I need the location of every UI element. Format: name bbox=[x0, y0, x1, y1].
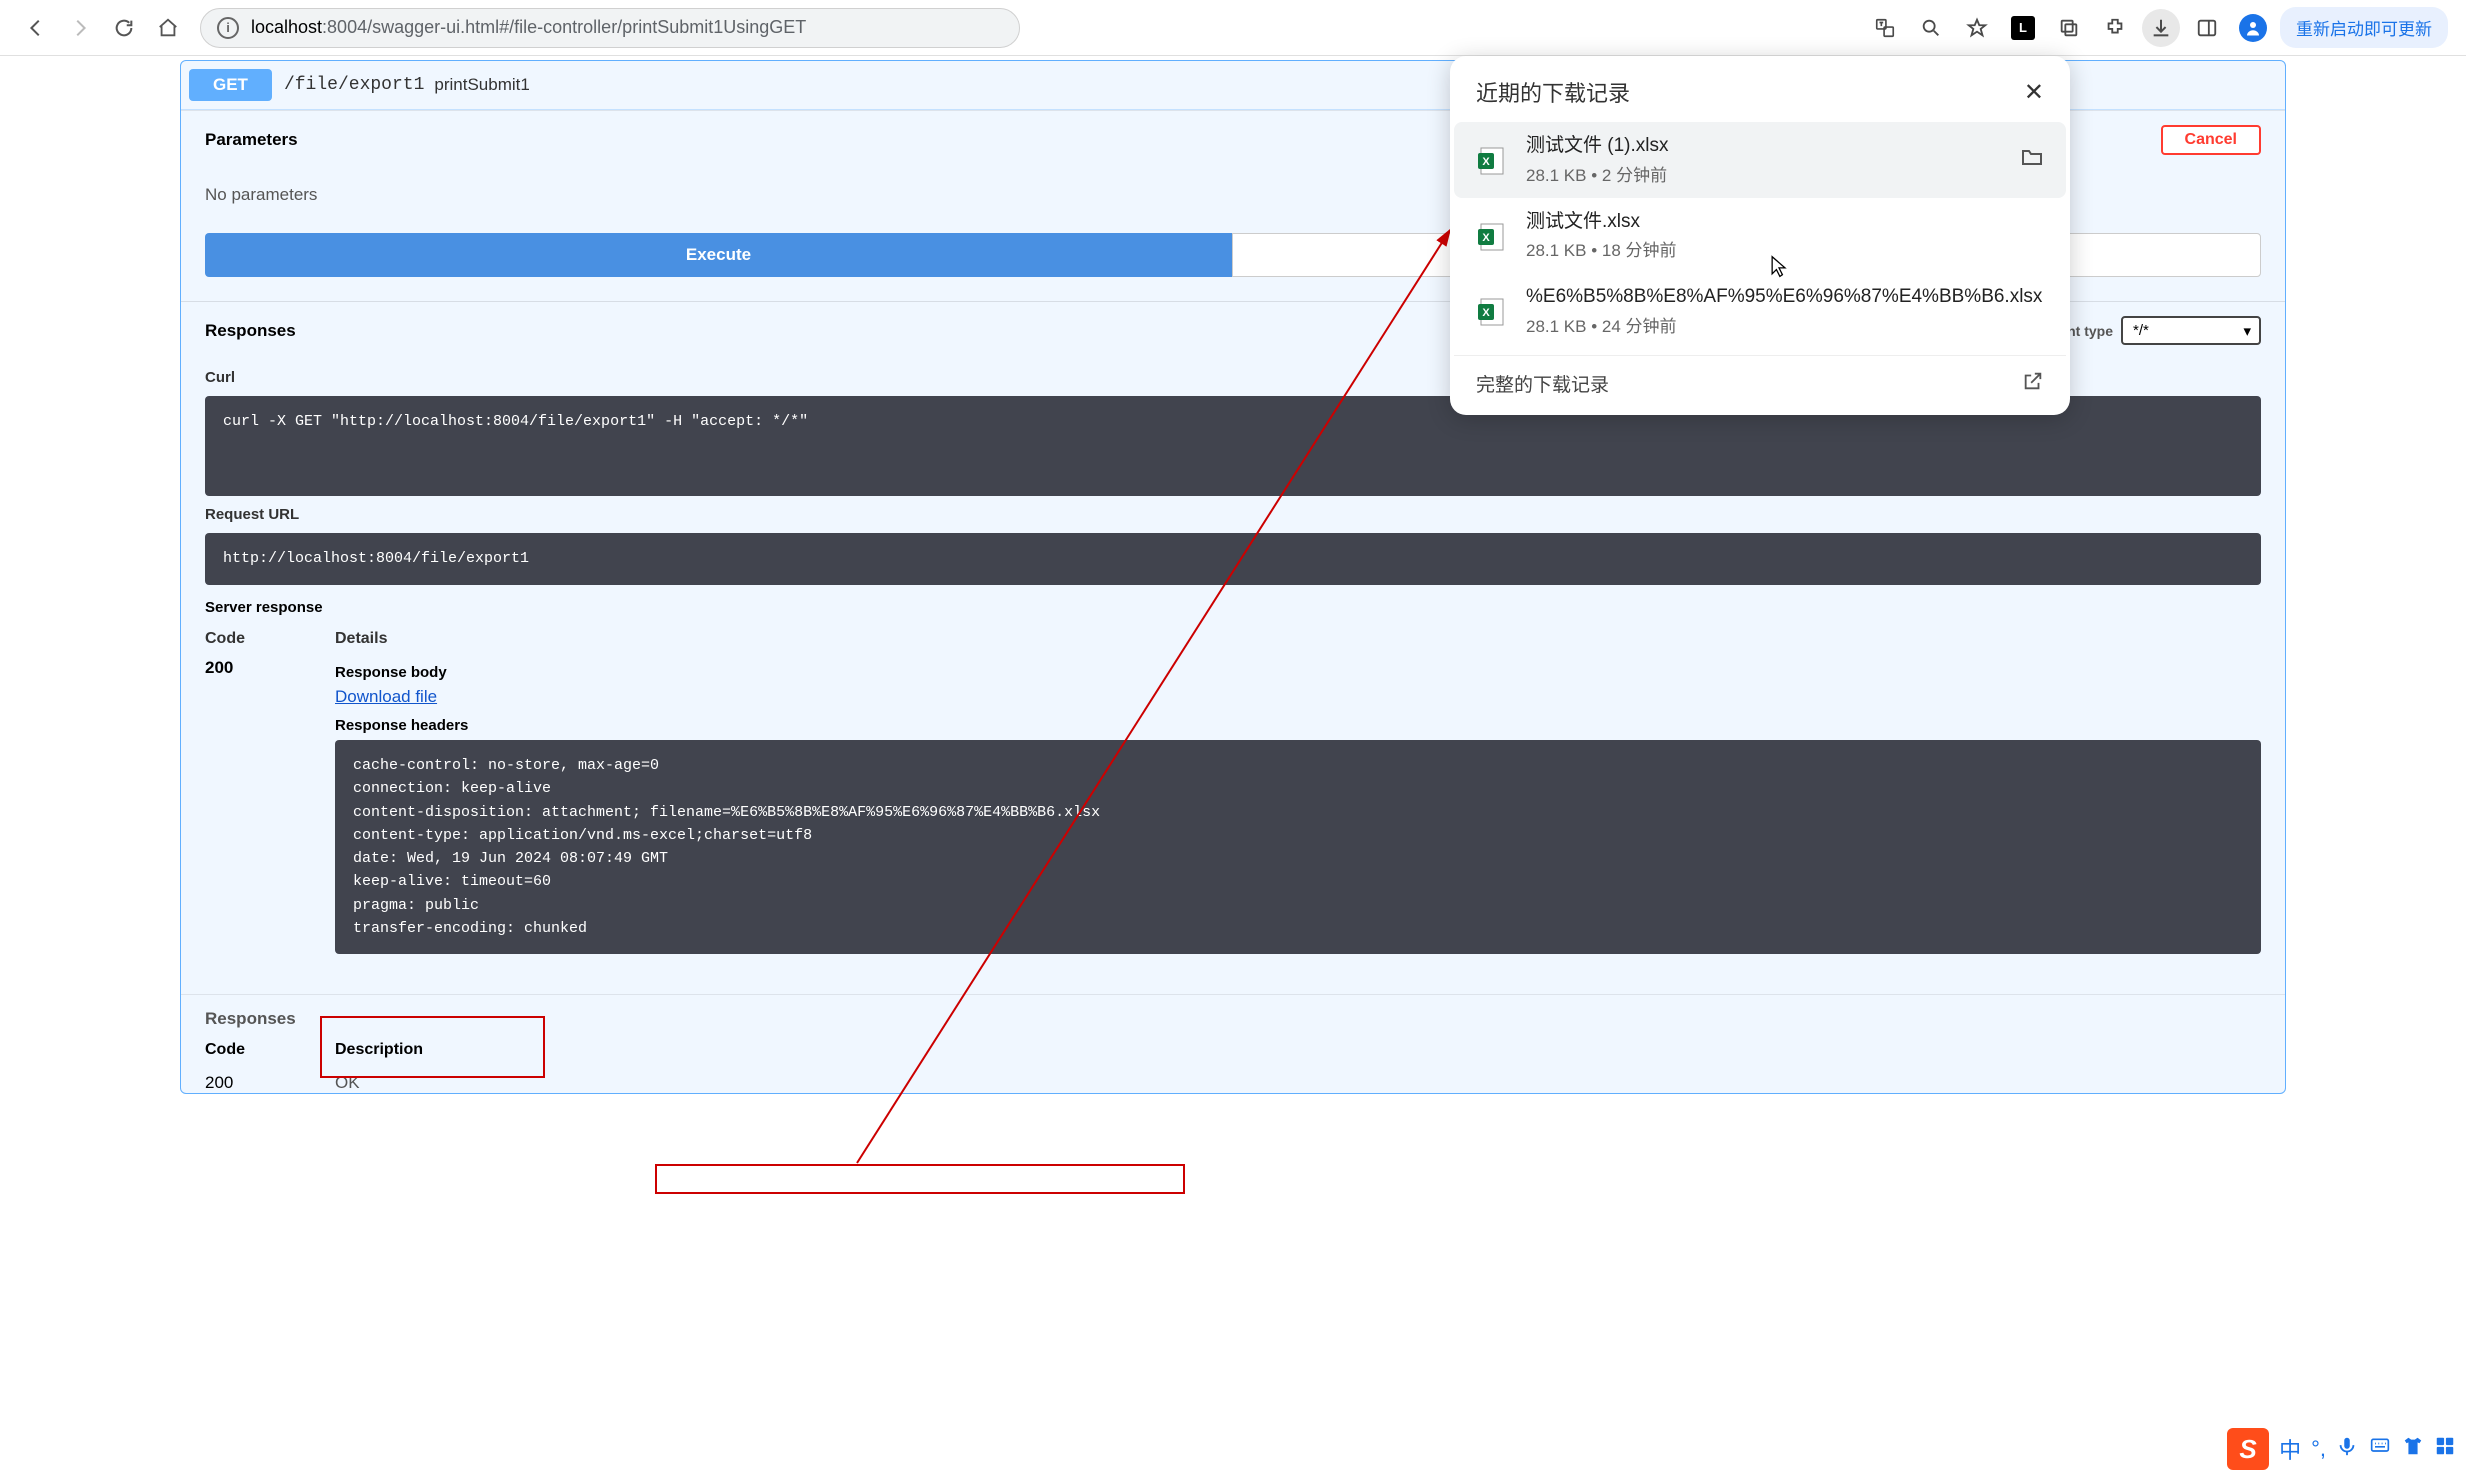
response2-desc: OK bbox=[335, 1073, 360, 1093]
external-link-icon[interactable] bbox=[2022, 370, 2044, 397]
ime-keyboard-icon[interactable] bbox=[2368, 1436, 2392, 1462]
responses-title: Responses bbox=[205, 321, 296, 341]
download-meta: 28.1 KB • 2 分钟前 bbox=[1526, 161, 2002, 186]
operation-id: printSubmit1 bbox=[434, 75, 529, 95]
ext-badge-icon[interactable]: L bbox=[2004, 9, 2042, 47]
endpoint-path: /file/export1 bbox=[284, 75, 424, 95]
back-icon[interactable] bbox=[18, 10, 54, 46]
server-response-label: Server response bbox=[205, 599, 2261, 616]
extensions-icon[interactable] bbox=[2096, 9, 2134, 47]
address-bar[interactable]: i localhost:8004/swagger-ui.html#/file-c… bbox=[200, 8, 1020, 48]
downloads-footer[interactable]: 完整的下载记录 bbox=[1454, 355, 2066, 407]
response2-row: 200 OK bbox=[181, 1067, 2285, 1093]
home-icon[interactable] bbox=[150, 10, 186, 46]
search-icon[interactable] bbox=[1912, 9, 1950, 47]
excel-file-icon: X bbox=[1476, 220, 1508, 252]
svg-text:X: X bbox=[1482, 232, 1490, 244]
request-url-label: Request URL bbox=[205, 506, 2261, 523]
download-filename: %E6%B5%8B%E8%AF%95%E6%96%87%E4%BB%B6.xls… bbox=[1526, 285, 2044, 310]
bookmark-star-icon[interactable] bbox=[1958, 9, 1996, 47]
full-history-link[interactable]: 完整的下载记录 bbox=[1476, 370, 1609, 397]
response-body-label: Response body bbox=[335, 664, 2261, 681]
close-icon[interactable]: ✕ bbox=[2024, 78, 2044, 107]
ime-shirt-icon[interactable] bbox=[2402, 1435, 2424, 1463]
response2-columns: Code Description bbox=[181, 1033, 2285, 1067]
response-headers-label: Response headers bbox=[335, 717, 2261, 734]
downloads-title: 近期的下载记录 bbox=[1476, 76, 1630, 108]
excel-file-icon: X bbox=[1476, 295, 1508, 327]
response-headers-block[interactable]: cache-control: no-store, max-age=0 conne… bbox=[335, 740, 2261, 954]
response-inner: Curl curl -X GET "http://localhost:8004/… bbox=[181, 369, 2285, 978]
page-content: GET /file/export1 printSubmit1 Parameter… bbox=[0, 60, 2466, 1480]
col2-desc: Description bbox=[335, 1041, 423, 1059]
response-row: 200 Response body Download file Response… bbox=[205, 658, 2261, 954]
ime-punct-icon[interactable]: °, bbox=[2311, 1436, 2326, 1462]
toolbar-right: L 重新启动即可更新 bbox=[1866, 7, 2448, 48]
ime-mic-icon[interactable] bbox=[2336, 1435, 2358, 1463]
svg-text:X: X bbox=[1482, 156, 1490, 168]
cancel-button[interactable]: Cancel bbox=[2161, 125, 2261, 155]
copy-icon[interactable] bbox=[2050, 9, 2088, 47]
translate-icon[interactable] bbox=[1866, 9, 1904, 47]
sidepanel-icon[interactable] bbox=[2188, 9, 2226, 47]
responses-section-2: Responses bbox=[181, 994, 2285, 1033]
downloads-icon[interactable] bbox=[2142, 9, 2180, 47]
url-host: localhost bbox=[251, 17, 322, 38]
response-columns: Code Details bbox=[205, 624, 2261, 658]
forward-icon bbox=[62, 10, 98, 46]
request-url-block[interactable]: http://localhost:8004/file/export1 bbox=[205, 533, 2261, 585]
download-meta: 28.1 KB • 18 分钟前 bbox=[1526, 236, 2044, 261]
show-folder-icon[interactable] bbox=[2020, 145, 2044, 174]
update-pill[interactable]: 重新启动即可更新 bbox=[2280, 7, 2448, 48]
download-item[interactable]: X 测试文件 (1).xlsx 28.1 KB • 2 分钟前 bbox=[1454, 122, 2066, 198]
download-filename: 测试文件.xlsx bbox=[1526, 210, 2044, 235]
svg-text:X: X bbox=[1482, 307, 1490, 319]
browser-toolbar: i localhost:8004/swagger-ui.html#/file-c… bbox=[0, 0, 2466, 56]
parameters-title: Parameters bbox=[205, 130, 298, 150]
col-details: Details bbox=[335, 630, 387, 648]
ime-toolbar: S 中 °, bbox=[2227, 1428, 2456, 1470]
ime-lang[interactable]: 中 bbox=[2279, 1433, 2301, 1465]
response-code: 200 bbox=[205, 658, 285, 678]
download-file-link[interactable]: Download file bbox=[335, 687, 437, 706]
download-filename: 测试文件 (1).xlsx bbox=[1526, 134, 2002, 159]
ime-grid-icon[interactable] bbox=[2434, 1435, 2456, 1463]
downloads-popover: 近期的下载记录 ✕ X 测试文件 (1).xlsx 28.1 KB • 2 分钟… bbox=[1450, 56, 2070, 415]
http-method: GET bbox=[189, 69, 272, 101]
download-item[interactable]: X 测试文件.xlsx 28.1 KB • 18 分钟前 bbox=[1454, 198, 2066, 274]
url-path: :8004/swagger-ui.html#/file-controller/p… bbox=[322, 17, 806, 38]
reload-icon[interactable] bbox=[106, 10, 142, 46]
profile-avatar[interactable] bbox=[2234, 9, 2272, 47]
sogou-ime-icon[interactable]: S bbox=[2227, 1428, 2269, 1470]
col-code: Code bbox=[205, 630, 285, 648]
execute-button[interactable]: Execute bbox=[205, 233, 1232, 277]
site-info-icon[interactable]: i bbox=[217, 17, 239, 39]
response-detail: Response body Download file Response hea… bbox=[335, 658, 2261, 954]
excel-file-icon: X bbox=[1476, 144, 1508, 176]
response2-code: 200 bbox=[205, 1073, 285, 1093]
download-item[interactable]: X %E6%B5%8B%E8%AF%95%E6%96%87%E4%BB%B6.x… bbox=[1454, 273, 2066, 349]
content-type-dropdown[interactable]: */* bbox=[2121, 316, 2261, 345]
download-meta: 28.1 KB • 24 分钟前 bbox=[1526, 312, 2044, 337]
col2-code: Code bbox=[205, 1041, 285, 1059]
